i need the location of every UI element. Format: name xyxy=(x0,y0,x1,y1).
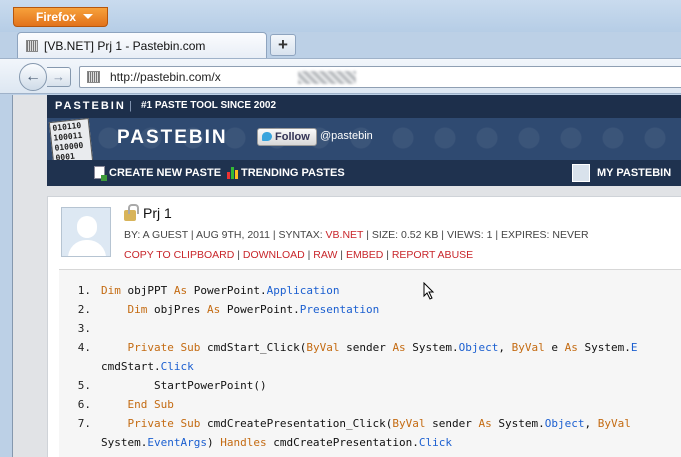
paste-actions: COPY TO CLIPBOARD | DOWNLOAD | RAW | EMB… xyxy=(124,249,473,261)
mouse-cursor-icon xyxy=(423,282,435,300)
follow-label: Follow xyxy=(275,131,310,143)
site-tagline: #1 PASTE TOOL SINCE 2002 xyxy=(141,100,277,111)
url-redaction xyxy=(298,71,356,84)
line-text: Private Sub cmdCreatePresentation_Click(… xyxy=(127,417,631,430)
site-brand[interactable]: PASTEBIN xyxy=(55,100,126,112)
paste-meta: BY: A GUEST | AUG 9TH, 2011 | SYNTAX: VB… xyxy=(124,229,589,241)
download-link[interactable]: DOWNLOAD xyxy=(243,249,305,261)
title-bar: Firefox xyxy=(0,0,681,32)
line-text: cmdStart.Click xyxy=(101,360,194,373)
line-number: 4. xyxy=(77,341,91,354)
syntax-link[interactable]: VB.NET xyxy=(326,229,364,241)
raw-link[interactable]: RAW xyxy=(313,249,337,261)
site-favicon-icon xyxy=(87,71,100,83)
public-lock-icon xyxy=(124,204,139,221)
line-number: 1. xyxy=(77,284,91,297)
create-paste-icon xyxy=(94,166,107,181)
twitter-handle[interactable]: @pastebin xyxy=(320,130,373,142)
line-number: 6. xyxy=(77,398,91,411)
line-number: 3. xyxy=(77,322,91,335)
line-text: Dim objPres As PowerPoint.Presentation xyxy=(127,303,380,316)
forward-button[interactable]: → xyxy=(47,67,71,87)
guest-avatar xyxy=(61,207,111,257)
nav-trending-pastes[interactable]: TRENDING PASTES xyxy=(241,167,345,179)
action-separator: | xyxy=(383,249,392,261)
line-number: 5. xyxy=(77,379,91,392)
action-separator: | xyxy=(234,249,243,261)
new-tab-button[interactable]: + xyxy=(270,34,296,56)
action-separator: | xyxy=(337,249,346,261)
paste-panel: Prj 1 BY: A GUEST | AUG 9TH, 2011 | SYNT… xyxy=(47,196,681,457)
page-viewport: PASTEBIN | #1 PASTE TOOL SINCE 2002 0101… xyxy=(12,95,681,457)
browser-window: Firefox [VB.NET] Prj 1 - Pastebin.com + … xyxy=(0,0,681,457)
pastebin-favicon-icon xyxy=(26,40,38,52)
topbar-separator: | xyxy=(129,100,132,112)
navigation-toolbar: ← → http://pastebin.com/x xyxy=(0,58,681,94)
paste-title: Prj 1 xyxy=(143,205,172,221)
meta-prefix: BY: A GUEST | AUG 9TH, 2011 | SYNTAX: xyxy=(124,229,323,241)
line-number: 2. xyxy=(77,303,91,316)
site-header: 010110 100011 010000 0001 PASTEBIN Follo… xyxy=(47,118,681,166)
meta-suffix: | SIZE: 0.52 KB | VIEWS: 1 | EXPIRES: NE… xyxy=(366,229,589,241)
line-text: End Sub xyxy=(127,398,174,411)
tab-title: [VB.NET] Prj 1 - Pastebin.com xyxy=(44,39,206,53)
forward-arrow-icon: → xyxy=(52,69,65,84)
logo-text[interactable]: PASTEBIN xyxy=(117,127,228,149)
twitter-follow-button[interactable]: Follow xyxy=(257,128,317,146)
back-button[interactable]: ← xyxy=(19,63,47,91)
line-number: 7. xyxy=(77,417,91,430)
browser-tab[interactable]: [VB.NET] Prj 1 - Pastebin.com xyxy=(17,32,267,58)
firefox-menu-label: Firefox xyxy=(36,10,77,24)
site-nav: CREATE NEW PASTE TRENDING PASTES MY PAST… xyxy=(47,160,681,186)
copy-to-clipboard-link[interactable]: COPY TO CLIPBOARD xyxy=(124,249,234,261)
trending-chart-icon xyxy=(227,166,239,179)
pastebin-logo-icon[interactable]: 010110 100011 010000 0001 xyxy=(48,118,94,166)
embed-link[interactable]: EMBED xyxy=(346,249,383,261)
line-text: System.EventArgs) Handles cmdCreatePrese… xyxy=(101,436,453,449)
twitter-bird-icon xyxy=(262,132,272,141)
line-text: Private Sub cmdStart_Click(ByVal sender … xyxy=(127,341,638,354)
address-bar[interactable]: http://pastebin.com/x xyxy=(79,66,681,88)
back-arrow-icon: ← xyxy=(25,68,41,85)
action-separator: | xyxy=(304,249,314,261)
avatar-head xyxy=(77,216,97,238)
url-text: http://pastebin.com/x xyxy=(110,70,221,84)
line-text: Dim objPPT As PowerPoint.Application xyxy=(101,284,340,297)
user-avatar-icon xyxy=(572,164,590,182)
nav-my-pastebin[interactable]: MY PASTEBIN xyxy=(597,167,671,179)
firefox-menu-button[interactable]: Firefox xyxy=(13,7,108,27)
chevron-down-icon xyxy=(83,14,93,19)
report-abuse-link[interactable]: REPORT ABUSE xyxy=(392,249,473,261)
nav-create-new-paste[interactable]: CREATE NEW PASTE xyxy=(109,167,221,179)
avatar-body xyxy=(68,240,106,256)
line-text: StartPowerPoint() xyxy=(101,379,267,392)
code-block[interactable]: 1. Dim objPPT As PowerPoint.Application 2.… xyxy=(59,269,681,457)
site-topbar: PASTEBIN | #1 PASTE TOOL SINCE 2002 xyxy=(47,95,681,118)
